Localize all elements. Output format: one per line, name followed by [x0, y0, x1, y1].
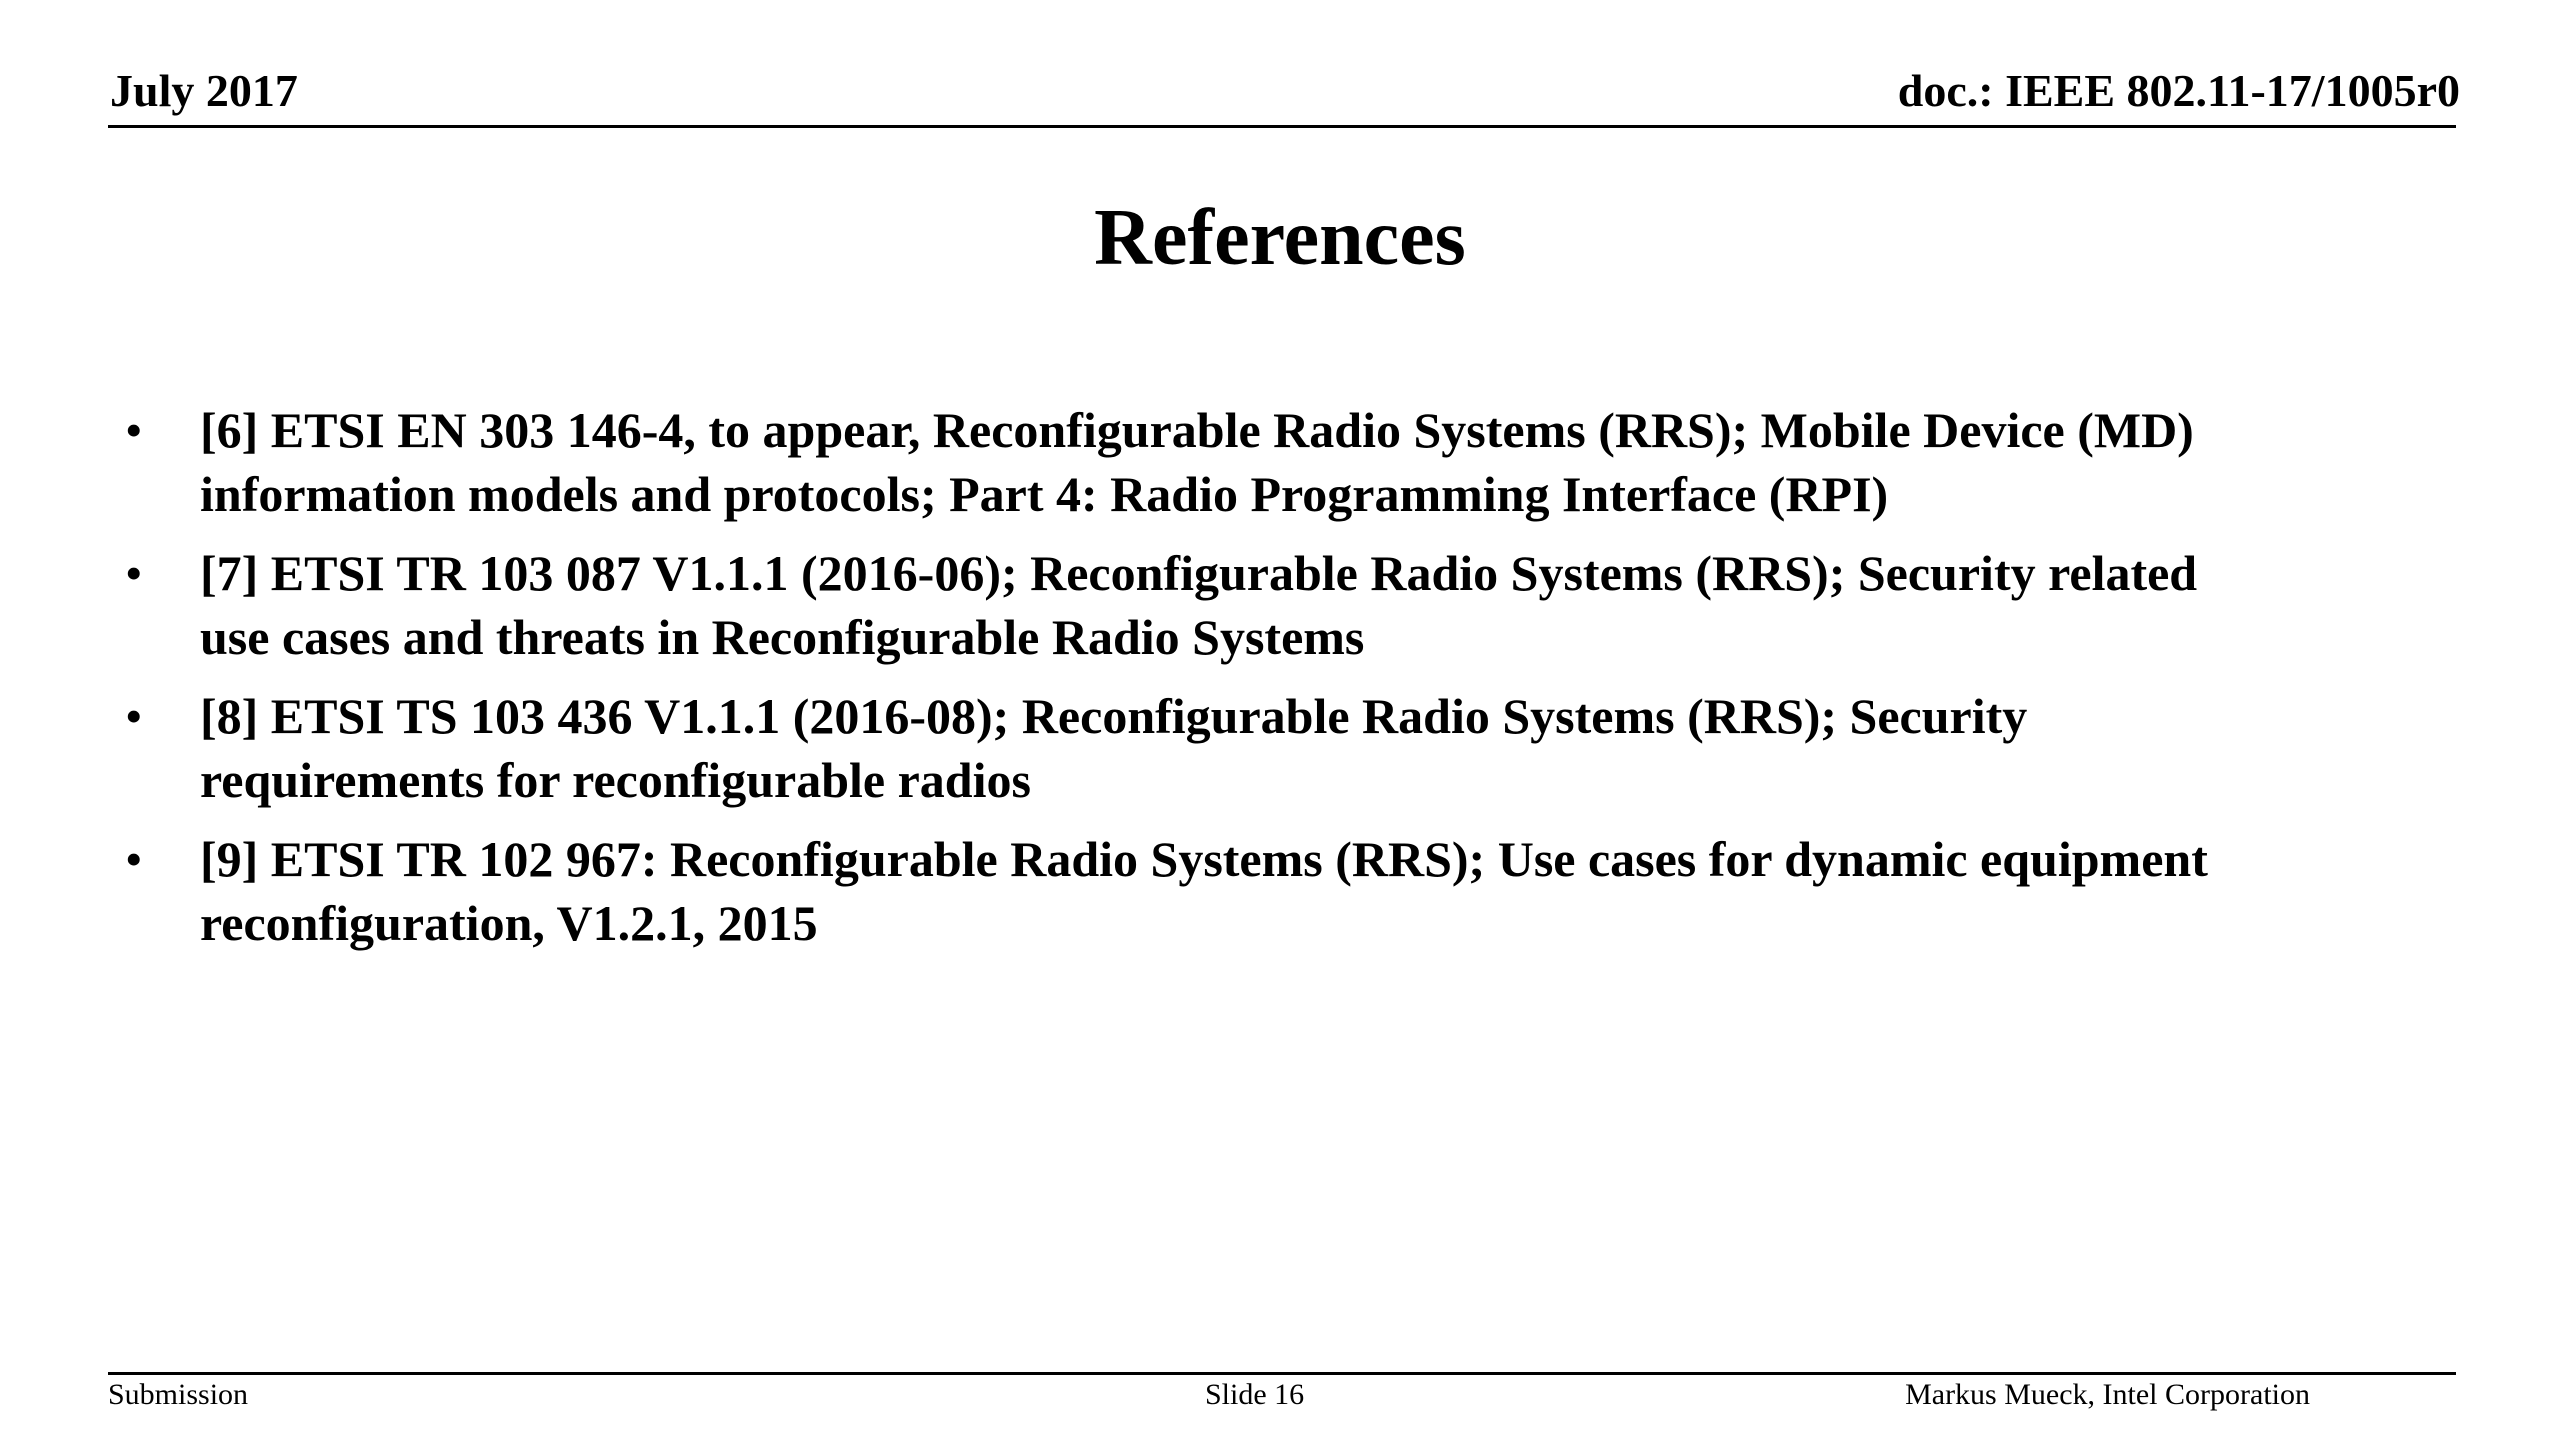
- reference-text-line1: [8] ETSI TS 103 436 V1.1.1 (2016-08); Re…: [200, 688, 2028, 744]
- footer-author: Markus Mueck, Intel Corporation: [1905, 1378, 2310, 1411]
- header-date: July 2017: [110, 65, 298, 116]
- slide: July 2017 doc.: IEEE 802.11-17/1005r0 Re…: [0, 0, 2560, 1440]
- bullet-icon: •: [125, 688, 143, 744]
- header-doc-id: doc.: IEEE 802.11-17/1005r0: [1897, 65, 2460, 116]
- footer-submission: Submission: [108, 1378, 249, 1411]
- footer-slide-number: Slide 16: [1205, 1378, 1305, 1411]
- reference-text-line2: information models and protocols; Part 4…: [200, 466, 1889, 522]
- reference-text-line1: [6] ETSI EN 303 146-4, to appear, Reconf…: [200, 402, 2194, 458]
- reference-item-7: • [7] ETSI TR 103 087 V1.1.1 (2016-06); …: [125, 541, 2425, 669]
- header-divider: [108, 125, 2456, 128]
- reference-list: • [6] ETSI EN 303 146-4, to appear, Reco…: [125, 398, 2425, 970]
- bullet-icon: •: [125, 545, 143, 601]
- reference-text-line2: requirements for reconfigurable radios: [200, 752, 1031, 808]
- bullet-icon: •: [125, 402, 143, 458]
- reference-text-line1: [9] ETSI TR 102 967: Reconfigurable Radi…: [200, 831, 2208, 887]
- footer-divider: [108, 1372, 2456, 1375]
- reference-item-6: • [6] ETSI EN 303 146-4, to appear, Reco…: [125, 398, 2425, 526]
- reference-item-8: • [8] ETSI TS 103 436 V1.1.1 (2016-08); …: [125, 684, 2425, 812]
- reference-text-line2: use cases and threats in Reconfigurable …: [200, 609, 1365, 665]
- reference-item-9: • [9] ETSI TR 102 967: Reconfigurable Ra…: [125, 827, 2425, 955]
- reference-text-line1: [7] ETSI TR 103 087 V1.1.1 (2016-06); Re…: [200, 545, 2198, 601]
- reference-text-line2: reconfiguration, V1.2.1, 2015: [200, 895, 818, 951]
- slide-title: References: [1094, 194, 1466, 282]
- bullet-icon: •: [125, 831, 143, 887]
